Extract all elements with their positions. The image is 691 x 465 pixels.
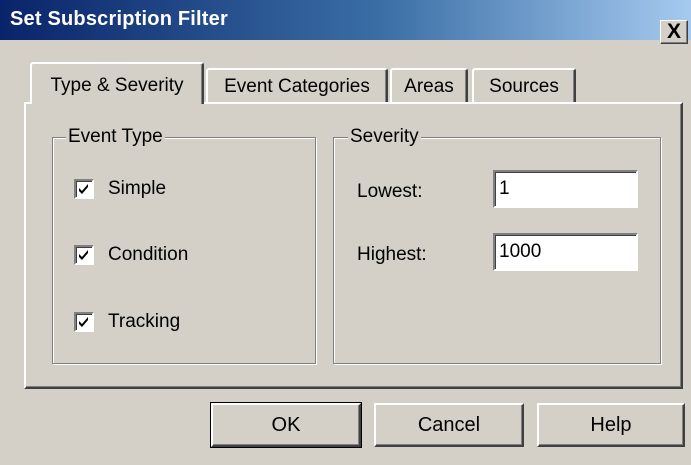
ok-button[interactable]: OK — [210, 402, 362, 448]
highest-severity-input[interactable] — [493, 233, 638, 271]
tab-type-severity[interactable]: Type & Severity — [30, 62, 204, 104]
severity-group-label: Severity — [348, 126, 421, 148]
title-bar: Set Subscription Filter — [0, 0, 691, 40]
tab-event-categories[interactable]: Event Categories — [206, 68, 388, 102]
check-icon — [79, 184, 88, 194]
tracking-checkbox[interactable] — [74, 312, 94, 332]
condition-checkbox[interactable] — [74, 245, 94, 265]
simple-checkbox[interactable] — [74, 179, 94, 199]
tab-sources[interactable]: Sources — [472, 68, 576, 102]
event-type-group-label: Event Type — [66, 126, 165, 148]
help-button[interactable]: Help — [537, 403, 685, 447]
highest-label: Highest: — [357, 244, 427, 265]
window-title: Set Subscription Filter — [10, 8, 228, 30]
lowest-severity-input[interactable] — [493, 170, 638, 208]
check-icon — [79, 317, 88, 327]
cancel-button[interactable]: Cancel — [374, 403, 524, 447]
check-icon — [79, 250, 88, 260]
tab-areas[interactable]: Areas — [390, 68, 468, 102]
close-button[interactable]: X — [660, 20, 688, 44]
condition-label: Condition — [108, 244, 189, 265]
lowest-label: Lowest: — [357, 181, 423, 202]
simple-label: Simple — [108, 178, 167, 199]
tracking-label: Tracking — [108, 311, 181, 332]
